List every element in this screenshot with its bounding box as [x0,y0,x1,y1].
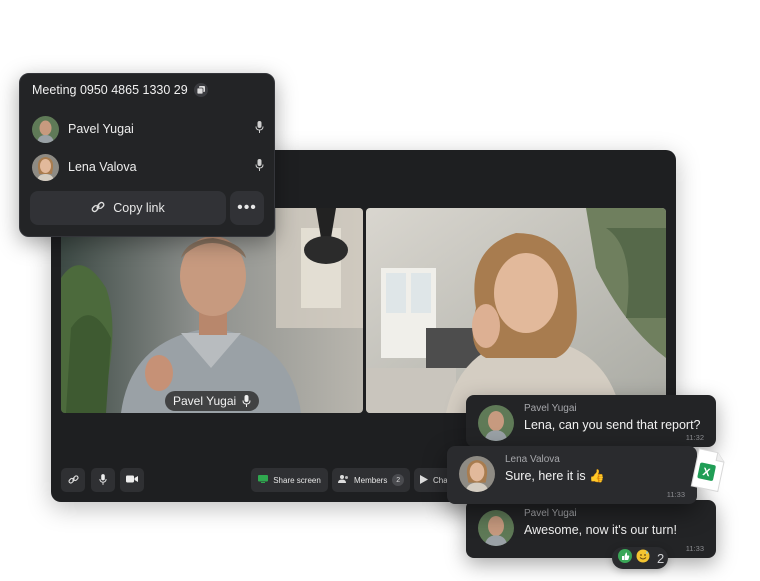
reaction-pill[interactable]: 2 [612,547,668,569]
chat-text: Sure, here it is 👍 [505,469,605,483]
copy-link-label: Copy link [113,201,165,215]
mic-icon [255,120,264,138]
chat-text: Awesome, now it's our turn! [524,523,677,537]
members-label: Members [354,475,388,485]
chat-timestamp: 11:33 [685,544,704,553]
chat-sender: Lena Valova [505,454,560,465]
camera-toggle-button[interactable] [120,468,144,492]
share-screen-button[interactable]: Share screen [251,468,328,492]
chat-icon [420,474,428,486]
chat-message: Pavel Yugai Lena, can you send that repo… [466,395,716,447]
camera-icon [126,475,138,485]
avatar [32,115,59,143]
chat-message: Pavel Yugai Awesome, now it's our turn! … [466,500,716,558]
more-icon: ••• [237,199,257,216]
meeting-title: Meeting 0950 4865 1330 29 [32,83,208,97]
more-options-button[interactable]: ••• [230,191,264,225]
meeting-info-popup: Meeting 0950 4865 1330 29 Pavel Yugai Le… [19,73,275,237]
members-count-badge: 2 [392,474,404,486]
avatar [478,405,514,441]
share-screen-label: Share screen [273,475,321,485]
participant-name-tag: Pavel Yugai [165,391,260,411]
chat-sender: Pavel Yugai [524,508,577,519]
reaction-count: 2 [657,550,665,566]
copy-icon[interactable] [193,83,208,97]
mic-icon [99,473,107,487]
copy-link-button[interactable]: Copy link [30,191,226,225]
mic-toggle-button[interactable] [91,468,115,492]
share-screen-icon [258,475,269,485]
sweat-smile-icon [636,549,650,568]
mic-icon [255,158,264,176]
pavel-video-feed [61,208,363,413]
lena-video-feed [366,208,666,413]
video-tile-lena[interactable] [366,208,666,413]
avatar [478,510,514,546]
participant-row-lena: Lena Valova [32,153,264,181]
link-icon [91,200,105,217]
members-icon [338,475,349,485]
chat-sender: Pavel Yugai [524,403,577,414]
copy-link-control[interactable] [61,468,85,492]
avatar [459,456,495,492]
name-tag-label: Pavel Yugai [173,394,237,408]
participant-name: Lena Valova [68,160,137,174]
avatar [32,153,59,181]
chat-timestamp: 11:32 [685,433,704,442]
participant-name: Pavel Yugai [68,122,134,136]
participant-row-pavel: Pavel Yugai [32,115,264,143]
chat-text: Lena, can you send that report? [524,418,701,432]
excel-file-icon[interactable]: X [690,447,726,493]
chat-label: Cha [433,475,448,485]
chat-message-highlighted: Lena Valova Sure, here it is 👍 11:33 [447,446,697,504]
link-icon [67,474,79,487]
thumbs-up-icon [618,548,632,568]
members-button[interactable]: Members 2 [332,468,410,492]
meeting-id-label: Meeting 0950 4865 1330 29 [32,83,188,97]
video-tile-pavel[interactable]: Pavel Yugai [61,208,363,413]
mic-icon [242,395,251,407]
chat-timestamp: 11:33 [666,490,685,499]
